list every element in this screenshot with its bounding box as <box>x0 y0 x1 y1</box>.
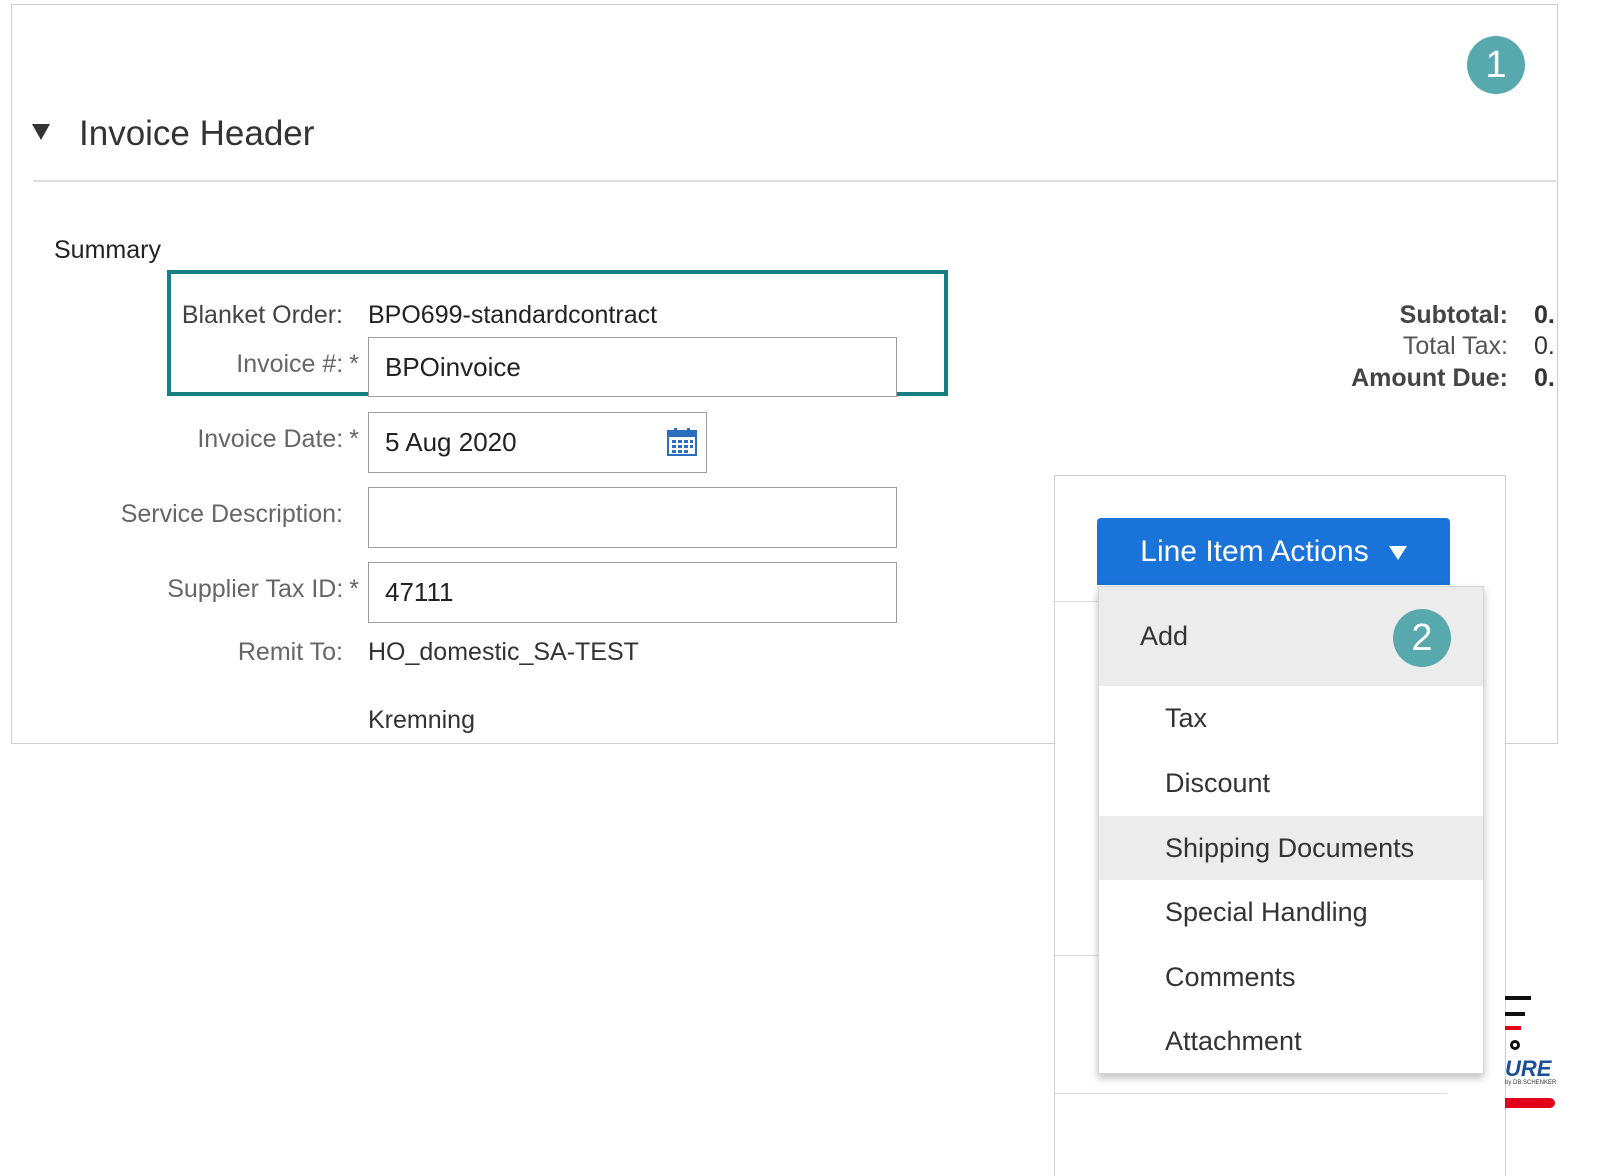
invoice-date-label: Invoice Date: * <box>59 425 359 454</box>
supplier-tax-id-label-text: Supplier Tax ID: <box>167 575 344 603</box>
blanket-order-label: Blanket Order: <box>181 301 343 329</box>
invoice-number-input[interactable]: BPOinvoice <box>368 337 897 397</box>
amount-due-value: 0. <box>1534 364 1555 392</box>
section-title[interactable]: Invoice Header <box>79 114 314 154</box>
invoice-number-label-text: Invoice #: <box>236 350 344 378</box>
logo-circle-icon <box>1510 1040 1520 1050</box>
logo-bar <box>1505 996 1531 1000</box>
supplier-tax-id-input[interactable]: 47111 <box>368 562 897 623</box>
card-divider <box>1055 955 1099 956</box>
subtotal-value: 0. <box>1534 301 1555 329</box>
menu-item-label: Tax <box>1165 703 1208 733</box>
collapse-triangle-icon[interactable] <box>32 124 50 140</box>
logo-red-bar <box>1505 1026 1521 1030</box>
remit-to-line1: HO_domestic_SA-TEST <box>368 638 639 666</box>
card-divider <box>1055 1093 1447 1094</box>
logo-bar <box>1505 1012 1525 1016</box>
logo-subtext: by DB SCHENKER <box>1505 1080 1557 1086</box>
required-marker: * <box>349 350 359 378</box>
menu-item-special-handling[interactable]: Special Handling <box>1099 880 1483 944</box>
menu-item-attachment[interactable]: Attachment <box>1099 1009 1483 1073</box>
menu-item-tax[interactable]: Tax <box>1099 686 1483 750</box>
total-tax-value: 0. <box>1534 332 1555 360</box>
step-badge-1: 1 <box>1467 36 1525 94</box>
required-marker: * <box>349 425 359 453</box>
logo-text: URE <box>1505 1056 1552 1081</box>
menu-item-label: Shipping Documents <box>1165 833 1415 863</box>
service-description-input[interactable] <box>368 487 897 548</box>
caret-down-icon <box>1388 546 1407 561</box>
menu-item-label: Discount <box>1165 768 1271 798</box>
total-tax-label: Total Tax: <box>1402 332 1508 360</box>
menu-item-discount[interactable]: Discount <box>1099 751 1483 815</box>
step-badge-2: 2 <box>1393 609 1451 667</box>
invoice-number-label: Invoice #: * <box>59 350 359 379</box>
supplier-tax-id-label: Supplier Tax ID: * <box>59 575 359 604</box>
logo-red-swoosh <box>1505 1098 1555 1108</box>
menu-item-shipping-documents[interactable]: Shipping Documents <box>1099 816 1483 880</box>
menu-item-label: Attachment <box>1165 1026 1302 1056</box>
summary-label: Summary <box>54 236 161 264</box>
service-description-label: Service Description: <box>120 500 343 528</box>
remit-to-label: Remit To: <box>237 638 343 666</box>
menu-item-comments[interactable]: Comments <box>1099 945 1483 1009</box>
subtotal-label: Subtotal: <box>1399 301 1508 329</box>
menu-item-label: Comments <box>1165 962 1296 992</box>
calendar-icon[interactable] <box>667 428 697 456</box>
section-divider <box>33 180 1556 182</box>
company-logo: URE by DB SCHENKER <box>1505 992 1613 1110</box>
blanket-order-value: BPO699-standardcontract <box>368 301 658 329</box>
remit-to-line2: Kremning <box>368 706 475 734</box>
line-item-actions-button[interactable]: Line Item Actions <box>1097 518 1450 585</box>
invoice-date-label-text: Invoice Date: <box>197 425 344 453</box>
required-marker: * <box>349 575 359 603</box>
card-divider <box>1055 601 1099 602</box>
menu-item-label: Special Handling <box>1165 897 1368 927</box>
line-item-actions-label: Line Item Actions <box>1140 535 1369 568</box>
amount-due-label: Amount Due: <box>1351 364 1508 392</box>
menu-header-label: Add <box>1140 621 1189 651</box>
invoice-date-input[interactable]: 5 Aug 2020 <box>368 412 707 473</box>
